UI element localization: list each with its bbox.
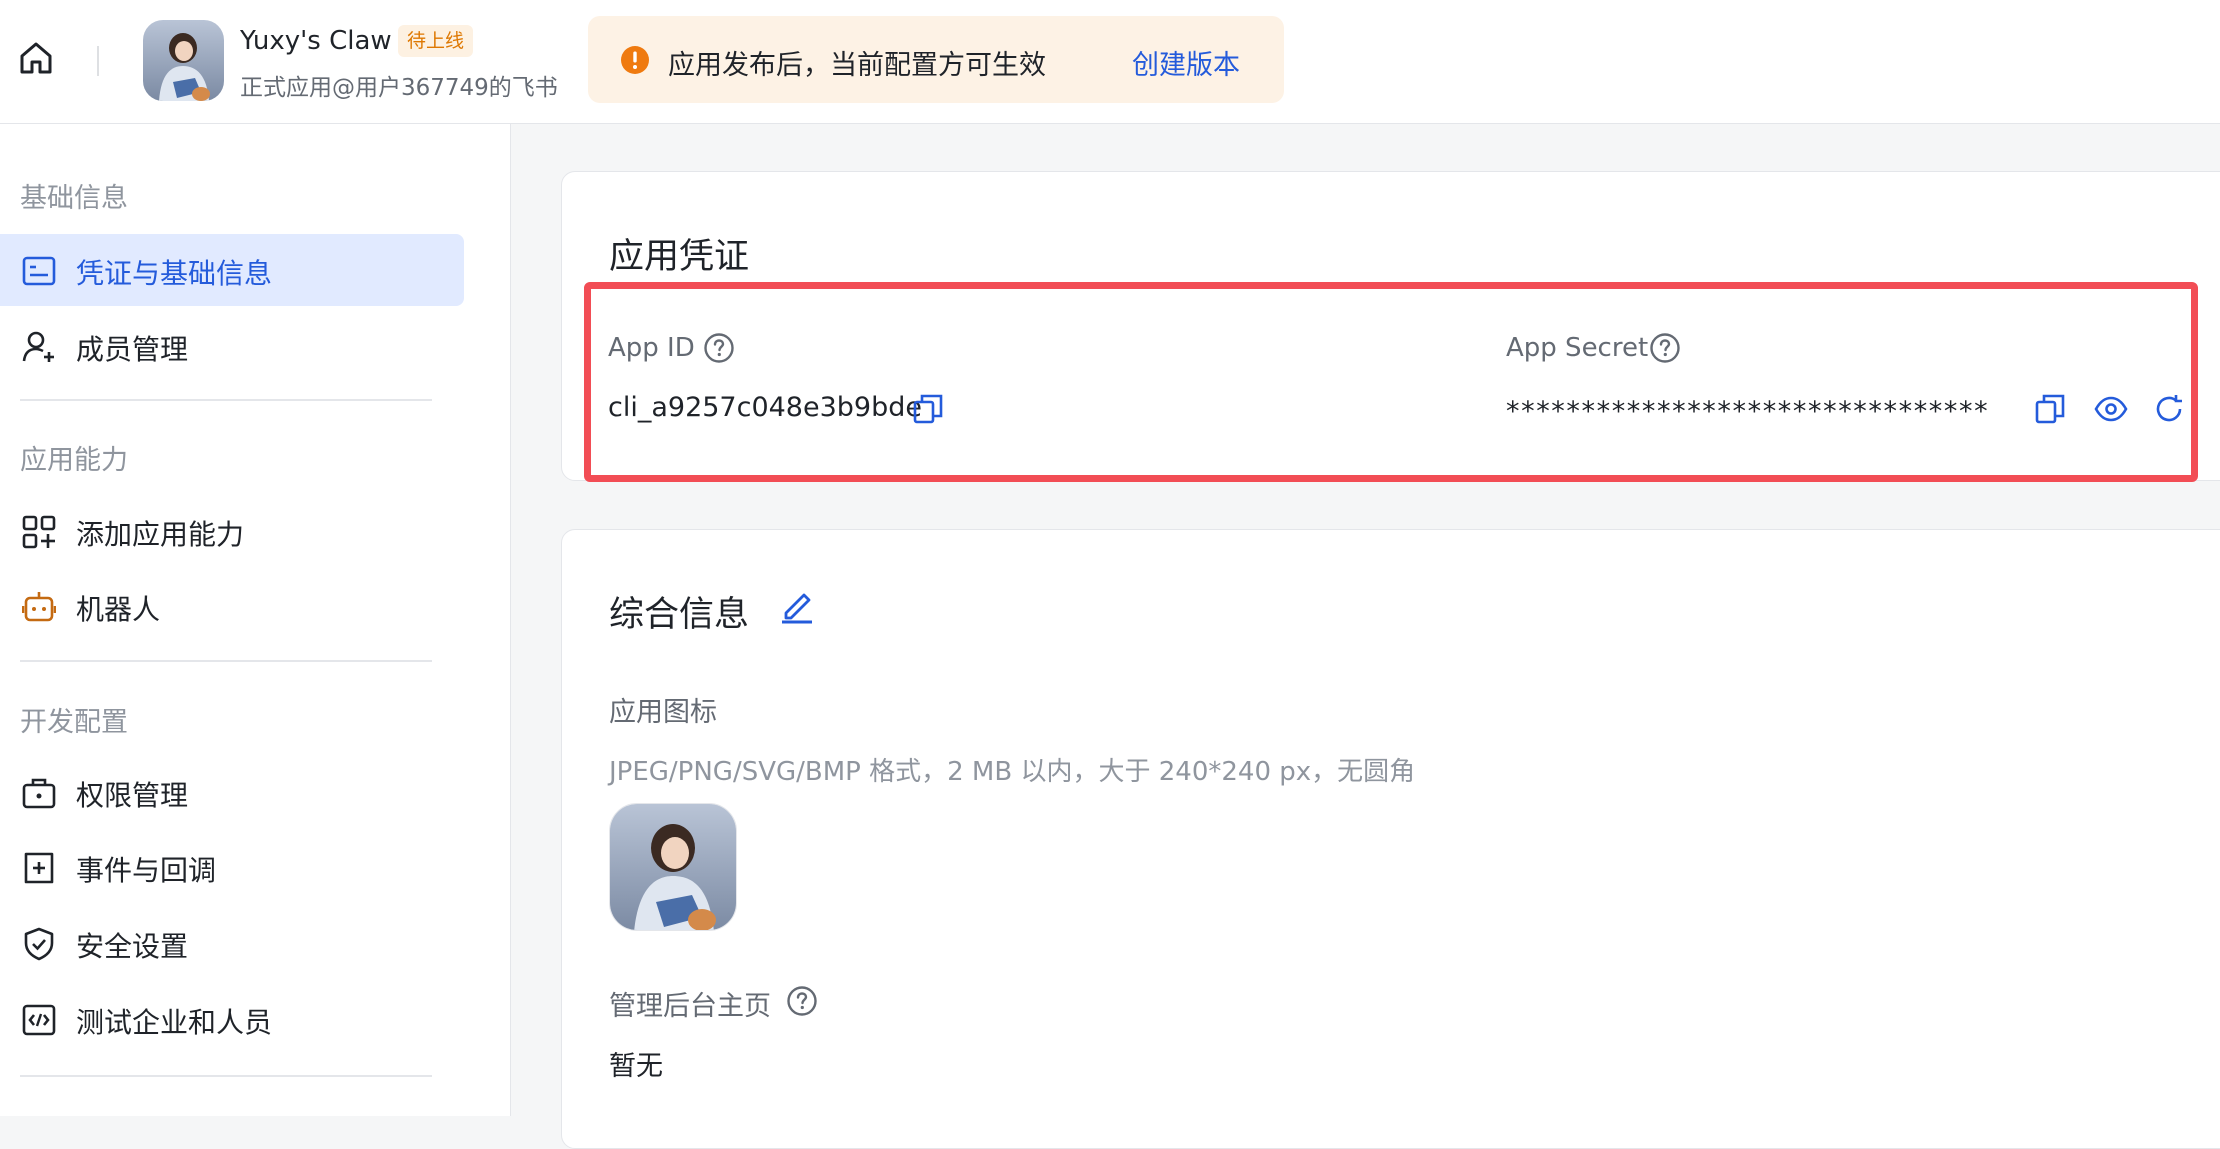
copy-icon[interactable] — [911, 392, 945, 426]
credential-card-icon — [22, 256, 56, 286]
event-plus-icon — [24, 852, 54, 884]
refresh-icon[interactable] — [2154, 392, 2184, 426]
status-badge: 待上线 — [398, 25, 474, 57]
sidebar-item-label: 成员管理 — [76, 333, 189, 366]
app-secret-label: App Secret — [1506, 333, 1649, 363]
sidebar-item-label: 机器人 — [76, 593, 161, 626]
sidebar-item-credentials[interactable]: 凭证与基础信息 — [0, 234, 464, 306]
sidebar-item-security[interactable]: 安全设置 — [0, 907, 464, 979]
sidebar-item-label: 事件与回调 — [76, 854, 217, 887]
general-info-title: 综合信息 — [609, 595, 750, 635]
sidebar-divider — [20, 1075, 432, 1077]
robot-icon — [22, 592, 56, 622]
app-owner: 正式应用@用户367749的飞书 — [240, 75, 558, 101]
sidebar-item-members[interactable]: 成员管理 — [0, 310, 464, 382]
sidebar-item-events[interactable]: 事件与回调 — [0, 831, 464, 903]
code-test-icon — [22, 1004, 56, 1036]
admin-homepage-label: 管理后台主页 — [609, 991, 771, 1022]
app-icon-hint: JPEG/PNG/SVG/BMP 格式，2 MB 以内，大于 240*240 p… — [609, 757, 1416, 787]
eye-icon[interactable] — [2094, 392, 2128, 426]
warning-circle-icon — [621, 46, 649, 74]
general-info-card: 综合信息 应用图标 JPEG/PNG/SVG/BMP 格式，2 MB 以内，大于… — [561, 529, 2220, 1149]
app-icon-preview[interactable] — [609, 803, 737, 931]
sidebar-divider — [20, 660, 432, 662]
sidebar-item-permissions[interactable]: 权限管理 — [0, 756, 464, 828]
user-add-icon — [22, 331, 54, 362]
admin-homepage-value: 暂无 — [609, 1051, 663, 1082]
sidebar-item-test-enterprise[interactable]: 测试企业和人员 — [0, 983, 464, 1055]
sidebar-item-add-capability[interactable]: 添加应用能力 — [0, 495, 464, 567]
help-icon[interactable] — [703, 332, 735, 364]
sidebar-item-label: 凭证与基础信息 — [76, 257, 273, 290]
credentials-title: 应用凭证 — [609, 237, 750, 277]
sidebar-group-title: 开发配置 — [20, 707, 128, 738]
app-id-label: App ID — [608, 333, 695, 363]
sidebar-item-label: 测试企业和人员 — [76, 1006, 273, 1039]
notice-text: 应用发布后，当前配置方可生效 — [668, 50, 1046, 81]
sidebar-item-label: 安全设置 — [76, 930, 189, 963]
apps-add-icon — [22, 515, 56, 549]
app-secret-value: ******************************** — [1506, 396, 1990, 427]
app-icon-label: 应用图标 — [609, 697, 717, 728]
sidebar: 基础信息 凭证与基础信息 成员管理 应用能力 添加应用能力 机器人 开发配置 权… — [0, 124, 511, 1116]
help-icon[interactable] — [786, 985, 818, 1017]
top-bar: Yuxy's Claw 待上线 正式应用@用户367749的飞书 应用发布后，当… — [0, 0, 2220, 124]
publish-notice-banner: 应用发布后，当前配置方可生效 创建版本 — [588, 16, 1284, 103]
header-divider — [97, 46, 99, 76]
highlight-box — [584, 282, 2198, 482]
sidebar-item-robot[interactable]: 机器人 — [0, 570, 464, 642]
sidebar-divider — [20, 399, 432, 401]
sidebar-item-label: 添加应用能力 — [76, 518, 245, 551]
shield-check-icon — [24, 927, 54, 961]
edit-pencil-icon[interactable] — [778, 586, 816, 624]
sidebar-group-title: 应用能力 — [20, 445, 128, 476]
help-icon[interactable] — [1649, 332, 1681, 364]
permission-bag-icon — [22, 778, 56, 809]
app-avatar[interactable] — [143, 20, 224, 101]
create-version-link[interactable]: 创建版本 — [1132, 43, 1240, 82]
app-name: Yuxy's Claw — [240, 26, 392, 56]
app-id-value: cli_a9257c048e3b9bde — [608, 392, 922, 423]
sidebar-group-title: 基础信息 — [20, 183, 128, 214]
sidebar-item-label: 权限管理 — [76, 779, 189, 812]
copy-icon[interactable] — [2033, 392, 2067, 426]
home-icon[interactable] — [18, 40, 54, 76]
